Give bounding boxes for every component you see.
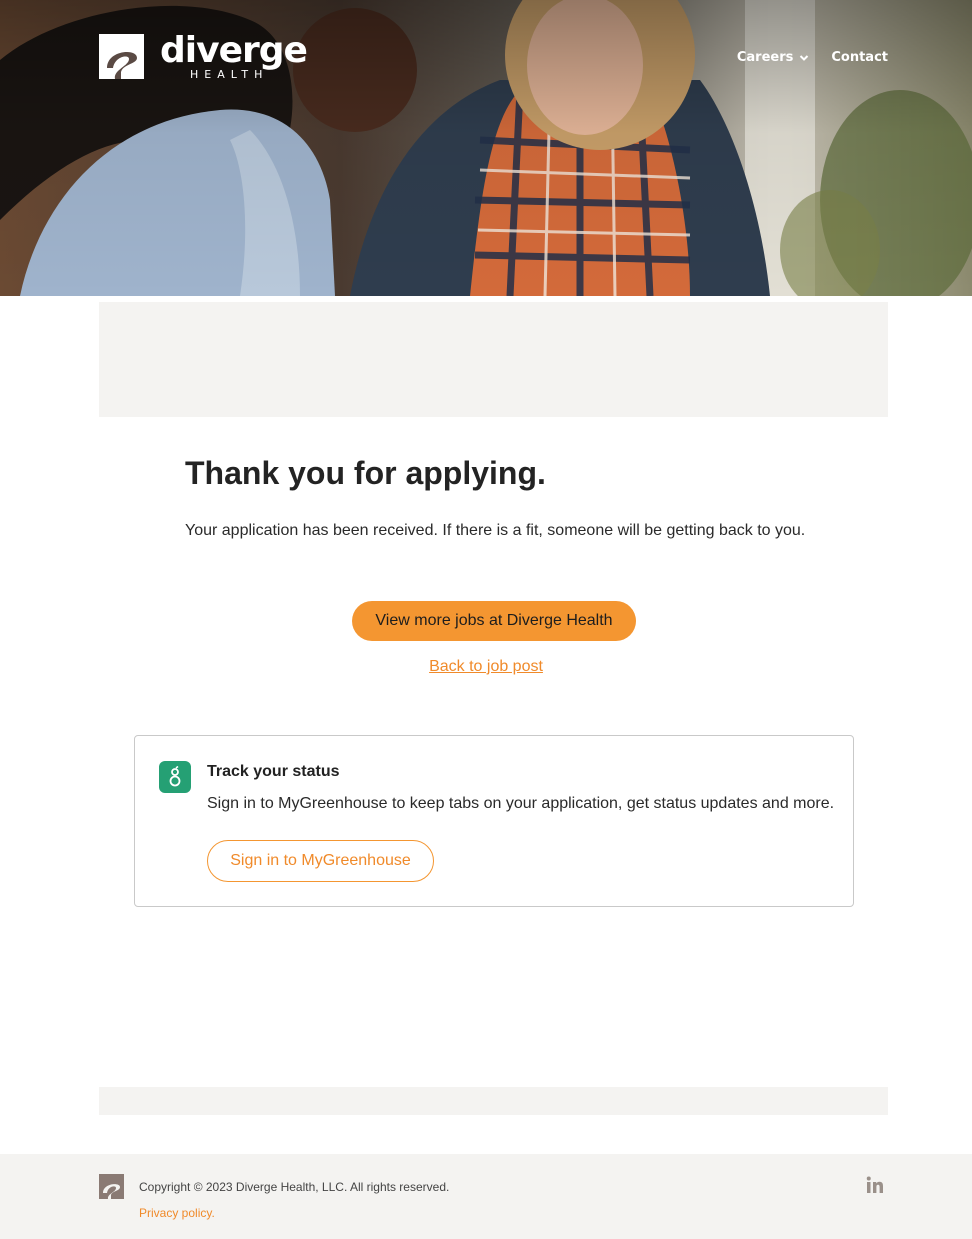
grey-strip: [99, 1087, 888, 1115]
greenhouse-icon: [159, 761, 191, 793]
logo-subtitle: HEALTH: [190, 68, 269, 81]
confirmation-message: Your application has been received. If t…: [185, 522, 806, 539]
page-title: Thank you for applying.: [185, 455, 546, 491]
site-footer: Copyright © 2023 Diverge Health, LLC. Al…: [0, 1154, 972, 1239]
main-nav: Careers Contact: [737, 50, 888, 65]
nav-careers[interactable]: Careers: [737, 50, 810, 65]
nav-contact[interactable]: Contact: [831, 50, 888, 65]
linkedin-icon[interactable]: [866, 1176, 884, 1194]
back-link-wrapper: Back to job post: [0, 658, 972, 676]
diverge-logo-mark-icon: [99, 34, 144, 79]
sign-in-mygreenhouse-button[interactable]: Sign in to MyGreenhouse: [207, 840, 434, 882]
track-status-card: Track your status Sign in to MyGreenhous…: [134, 735, 854, 907]
brand-logo[interactable]: diverge HEALTH: [99, 30, 308, 82]
privacy-policy-link[interactable]: Privacy policy.: [139, 1206, 215, 1220]
grey-panel: [99, 302, 888, 417]
track-status-title: Track your status: [207, 763, 340, 780]
back-to-job-post-link[interactable]: Back to job post: [429, 658, 543, 675]
view-more-jobs-button[interactable]: View more jobs at Diverge Health: [352, 601, 636, 641]
logo-text: diverge HEALTH: [160, 30, 308, 82]
chevron-down-icon: [800, 54, 809, 61]
footer-logo-icon[interactable]: [99, 1174, 124, 1199]
hero-banner: diverge HEALTH Careers Contact: [0, 0, 972, 296]
copyright-text: Copyright © 2023 Diverge Health, LLC. Al…: [139, 1180, 450, 1194]
track-status-description: Sign in to MyGreenhouse to keep tabs on …: [207, 795, 835, 812]
logo-word: diverge: [160, 30, 308, 71]
nav-careers-label: Careers: [736, 50, 794, 65]
nav-contact-label: Contact: [831, 50, 888, 65]
